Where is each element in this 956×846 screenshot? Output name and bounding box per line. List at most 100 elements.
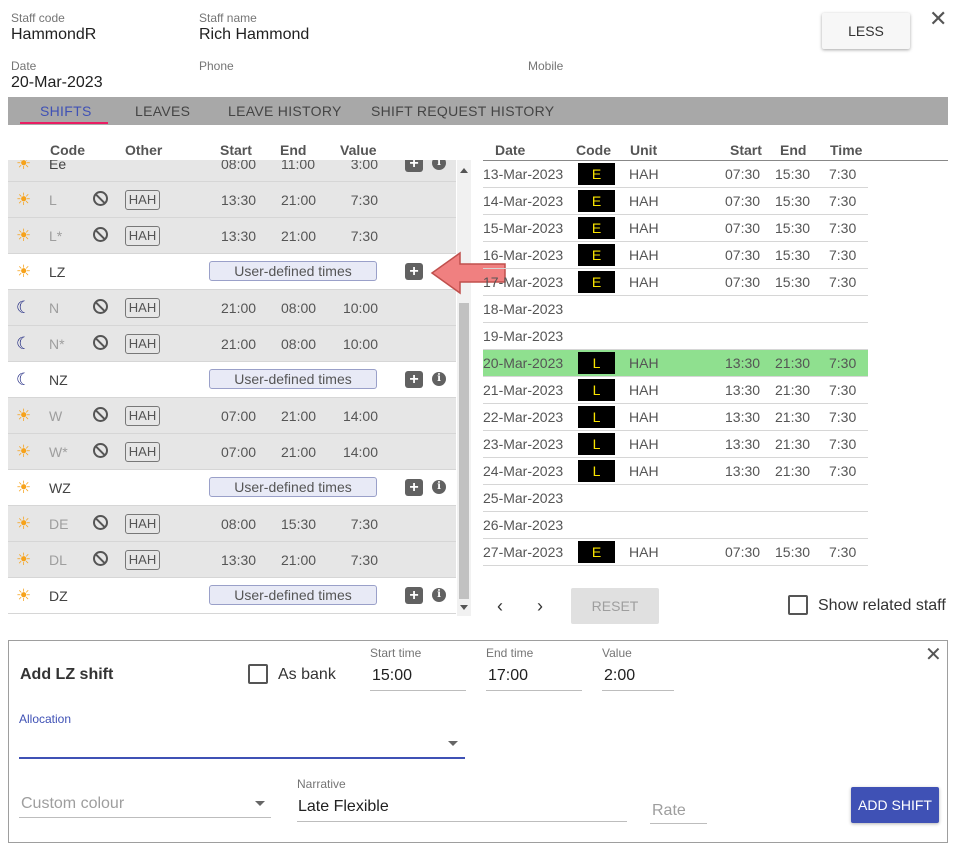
rate-input[interactable]: Rate [652, 802, 686, 820]
user-defined-times-chip: User-defined times [209, 477, 377, 497]
shift-code-badge: L [578, 406, 615, 428]
shift-code: Ee [49, 160, 67, 172]
add-shift-plus-icon[interactable]: + [405, 160, 423, 172]
close-panel-icon[interactable]: ✕ [925, 644, 942, 666]
next-week-button[interactable]: › [537, 596, 543, 617]
schedule-date: 24-Mar-2023 [483, 463, 564, 479]
end-time-input[interactable]: 17:00 [488, 667, 528, 685]
schedule-time: 7:30 [829, 382, 857, 398]
value-input[interactable]: 2:00 [604, 667, 635, 685]
shift-code: WZ [49, 480, 71, 496]
allocation-select[interactable] [19, 728, 465, 758]
shift-code-badge: E [578, 190, 615, 212]
scroll-up-arrow[interactable] [460, 168, 468, 173]
col-end: End [280, 142, 307, 158]
schedule-date: 22-Mar-2023 [483, 409, 564, 425]
tab-shifts[interactable]: SHIFTS [40, 103, 92, 119]
schedule-date: 14-Mar-2023 [483, 193, 564, 209]
schedule-row[interactable]: 13-Mar-2023 E HAH 07:30 15:30 7:30 [483, 161, 868, 188]
schedule-row[interactable]: 26-Mar-2023 [483, 512, 868, 539]
col-value: Value [340, 142, 377, 158]
schedule-unit: HAH [629, 409, 659, 425]
schedule-end: 15:30 [775, 544, 811, 560]
col-date: Date [495, 142, 526, 158]
shift-start: 13:30 [221, 552, 257, 568]
close-icon[interactable]: ✕ [929, 8, 947, 30]
phone-label: Phone [199, 59, 234, 73]
schedule-row[interactable]: 23-Mar-2023 L HAH 13:30 21:30 7:30 [483, 431, 868, 458]
schedule-row[interactable]: 15-Mar-2023 E HAH 07:30 15:30 7:30 [483, 215, 868, 242]
moon-icon: ☾ [16, 298, 32, 317]
custom-colour-dropdown-icon[interactable] [255, 801, 265, 806]
shift-row[interactable]: ☾ N HAH 21:00 08:00 10:00 [8, 290, 456, 326]
shift-end: 21:00 [281, 192, 317, 208]
shift-start: 07:00 [221, 444, 257, 460]
tab-shift-request-history[interactable]: SHIFT REQUEST HISTORY [371, 103, 554, 119]
user-defined-times-chip: User-defined times [209, 369, 377, 389]
custom-colour-select[interactable]: Custom colour [21, 795, 124, 813]
shift-start: 07:00 [221, 408, 257, 424]
shift-code: DE [49, 516, 69, 532]
schedule-row[interactable]: 22-Mar-2023 L HAH 13:30 21:30 7:30 [483, 404, 868, 431]
info-icon[interactable]: i [432, 372, 446, 386]
info-icon[interactable]: i [432, 160, 446, 170]
schedule-row[interactable]: 17-Mar-2023 E HAH 07:30 15:30 7:30 [483, 269, 868, 296]
schedule-row[interactable]: 14-Mar-2023 E HAH 07:30 15:30 7:30 [483, 188, 868, 215]
shift-row[interactable]: ☀ Ee 08:00 11:00 3:00 + i [8, 160, 456, 182]
schedule-row[interactable]: 19-Mar-2023 [483, 323, 868, 350]
shift-row[interactable]: ☀ W HAH 07:00 21:00 14:00 [8, 398, 456, 434]
sun-icon: ☀ [16, 586, 32, 605]
scroll-thumb[interactable] [459, 303, 469, 599]
schedule-row[interactable]: 20-Mar-2023 L HAH 13:30 21:30 7:30 [483, 350, 868, 377]
shift-row[interactable]: ☀ L HAH 13:30 21:00 7:30 [8, 182, 456, 218]
schedule-row[interactable]: 18-Mar-2023 [483, 296, 868, 323]
narrative-input[interactable]: Late Flexible [298, 798, 389, 816]
shift-row[interactable]: ☾ NZ User-defined times + i [8, 362, 456, 398]
add-shift-plus-icon[interactable]: + [405, 263, 423, 280]
info-icon[interactable]: i [432, 480, 446, 494]
tab-leave-history[interactable]: LEAVE HISTORY [228, 103, 342, 119]
prev-week-button[interactable]: ‹ [497, 596, 503, 617]
scroll-down-arrow[interactable] [460, 605, 468, 610]
add-shift-plus-icon[interactable]: + [405, 371, 423, 388]
col-unit: Unit [630, 142, 658, 158]
unit-badge: HAH [125, 226, 160, 246]
schedule-row[interactable]: 16-Mar-2023 E HAH 07:30 15:30 7:30 [483, 242, 868, 269]
shift-row[interactable]: ☀ LZ User-defined times + [8, 254, 456, 290]
schedule-row[interactable]: 27-Mar-2023 E HAH 07:30 15:30 7:30 [483, 539, 868, 566]
schedule-start: 13:30 [725, 436, 761, 452]
schedule-unit: HAH [629, 274, 659, 290]
allocation-dropdown-icon[interactable] [448, 741, 458, 746]
sun-icon: ☀ [16, 442, 32, 461]
add-shift-plus-icon[interactable]: + [405, 479, 423, 496]
sun-icon: ☀ [16, 406, 32, 425]
less-button[interactable]: LESS [822, 13, 910, 49]
info-icon[interactable]: i [432, 588, 446, 602]
tab-leaves[interactable]: LEAVES [135, 103, 190, 119]
schedule-start: 07:30 [725, 544, 761, 560]
shift-row[interactable]: ☀ DL HAH 13:30 21:00 7:30 [8, 542, 456, 578]
shift-start: 08:00 [221, 160, 257, 172]
col-start: Start [220, 142, 252, 158]
shift-row[interactable]: ☀ W* HAH 07:00 21:00 14:00 [8, 434, 456, 470]
shift-row[interactable]: ☀ DE HAH 08:00 15:30 7:30 [8, 506, 456, 542]
schedule-row[interactable]: 25-Mar-2023 [483, 485, 868, 512]
shift-row[interactable]: ☾ N* HAH 21:00 08:00 10:00 [8, 326, 456, 362]
schedule-end: 15:30 [775, 247, 811, 263]
as-bank-checkbox[interactable] [248, 664, 268, 684]
shift-list-scrollbar[interactable] [457, 160, 471, 616]
add-shift-button[interactable]: ADD SHIFT [851, 787, 939, 823]
blocked-icon [93, 191, 108, 206]
show-related-staff-checkbox[interactable] [788, 595, 808, 615]
shift-row[interactable]: ☀ DZ User-defined times + i [8, 578, 456, 614]
col-other: Other [125, 142, 163, 158]
start-time-input[interactable]: 15:00 [372, 667, 412, 685]
schedule-date: 18-Mar-2023 [483, 301, 564, 317]
schedule-row[interactable]: 21-Mar-2023 L HAH 13:30 21:30 7:30 [483, 377, 868, 404]
schedule-row[interactable]: 24-Mar-2023 L HAH 13:30 21:30 7:30 [483, 458, 868, 485]
shift-row[interactable]: ☀ WZ User-defined times + i [8, 470, 456, 506]
add-shift-plus-icon[interactable]: + [405, 587, 423, 604]
shift-code-badge: L [578, 433, 615, 455]
reset-button[interactable]: RESET [571, 588, 659, 624]
shift-row[interactable]: ☀ L* HAH 13:30 21:00 7:30 [8, 218, 456, 254]
